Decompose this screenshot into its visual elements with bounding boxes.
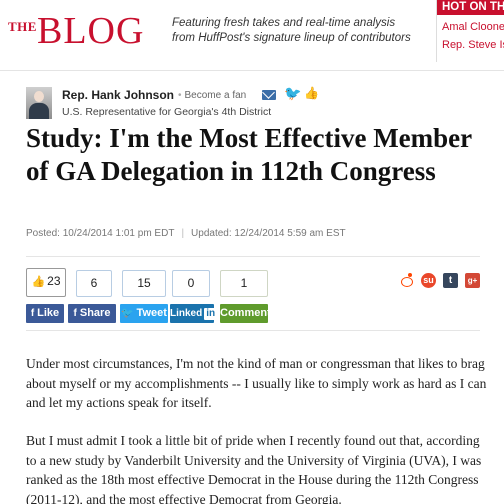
facebook-share-button[interactable]: f Share: [68, 304, 116, 323]
twitter-bird-icon: 🐦: [121, 308, 134, 319]
bullet-icon: •: [178, 90, 182, 101]
the-blog-logo[interactable]: THEBLOG: [8, 12, 144, 50]
stumbleupon-icon[interactable]: su: [421, 273, 436, 288]
email-icon[interactable]: [262, 90, 276, 100]
hot-item-link[interactable]: Rep. Steve Is: [437, 39, 504, 51]
article-headline: Study: I'm the Most Effective Member of …: [26, 123, 472, 186]
blog-tagline: Featuring fresh takes and real-time anal…: [172, 17, 411, 44]
hot-on-the-blog-panel: HOT ON THE Amal Cloone Rep. Steve Is: [436, 0, 504, 62]
facebook-like-button[interactable]: f Like: [26, 304, 64, 323]
google-plus-icon[interactable]: g+: [465, 273, 480, 288]
linkedin-count-box: 0: [172, 270, 210, 297]
like-count: 23: [47, 274, 61, 288]
facebook-icon: f: [30, 308, 35, 319]
article-dates: Posted: 10/24/2014 1:01 pm EDT | Updated: …: [26, 228, 346, 239]
linkedin-share-button[interactable]: Linked in: [170, 304, 218, 323]
article-paragraph: Under most circumstances, I'm not the ki…: [26, 356, 487, 410]
share-count-box: 6: [76, 270, 112, 297]
facebook-like-icon[interactable]: 👍: [304, 87, 319, 99]
tweet-count-box: 15: [122, 270, 166, 297]
linkedin-icon: in: [204, 308, 218, 320]
avatar-head: [34, 91, 44, 102]
logo-blog: BLOG: [36, 10, 145, 52]
reddit-head: [401, 277, 413, 287]
header-divider: [0, 70, 504, 71]
facebook-icon: f: [73, 308, 77, 319]
comment-button[interactable]: Comment: [220, 304, 271, 323]
tumblr-icon[interactable]: t: [443, 273, 458, 288]
tweet-label: Tweet: [136, 307, 167, 319]
posted-date: Posted: 10/24/2014 1:01 pm EDT: [26, 228, 175, 239]
share-label: Share: [79, 307, 111, 319]
date-separator: |: [181, 228, 185, 239]
become-a-fan-link[interactable]: • Become a fan: [178, 90, 246, 101]
share-bar-top-divider: [26, 256, 480, 257]
thumbs-up-icon: 👍: [31, 276, 46, 288]
like-count-box: 👍 23: [26, 268, 66, 297]
author-title: U.S. Representative for Georgia's 4th Di…: [62, 106, 272, 118]
linkedin-label: Linked: [170, 308, 203, 319]
blog-header: THEBLOG Featuring fresh takes and real-t…: [0, 0, 504, 80]
reddit-icon[interactable]: [399, 273, 415, 289]
article-paragraph: But I must admit I took a little bit of …: [26, 433, 482, 504]
become-fan-label: Become a fan: [184, 90, 247, 101]
avatar-suit: [29, 103, 49, 119]
author-avatar[interactable]: [26, 87, 52, 119]
tweet-button[interactable]: 🐦 Tweet: [120, 304, 168, 323]
comment-count-box: 1: [220, 270, 268, 297]
hot-item-link[interactable]: Amal Cloone: [437, 21, 504, 33]
hot-panel-title: HOT ON THE: [437, 0, 504, 15]
like-label: Like: [37, 307, 60, 319]
logo-the: THE: [8, 19, 37, 34]
twitter-bird-icon[interactable]: 🐦: [284, 86, 301, 100]
author-name-link[interactable]: Rep. Hank Johnson: [62, 88, 174, 102]
updated-date: Updated: 12/24/2014 5:59 am EST: [191, 228, 346, 239]
share-bar-bottom-divider: [26, 330, 480, 331]
